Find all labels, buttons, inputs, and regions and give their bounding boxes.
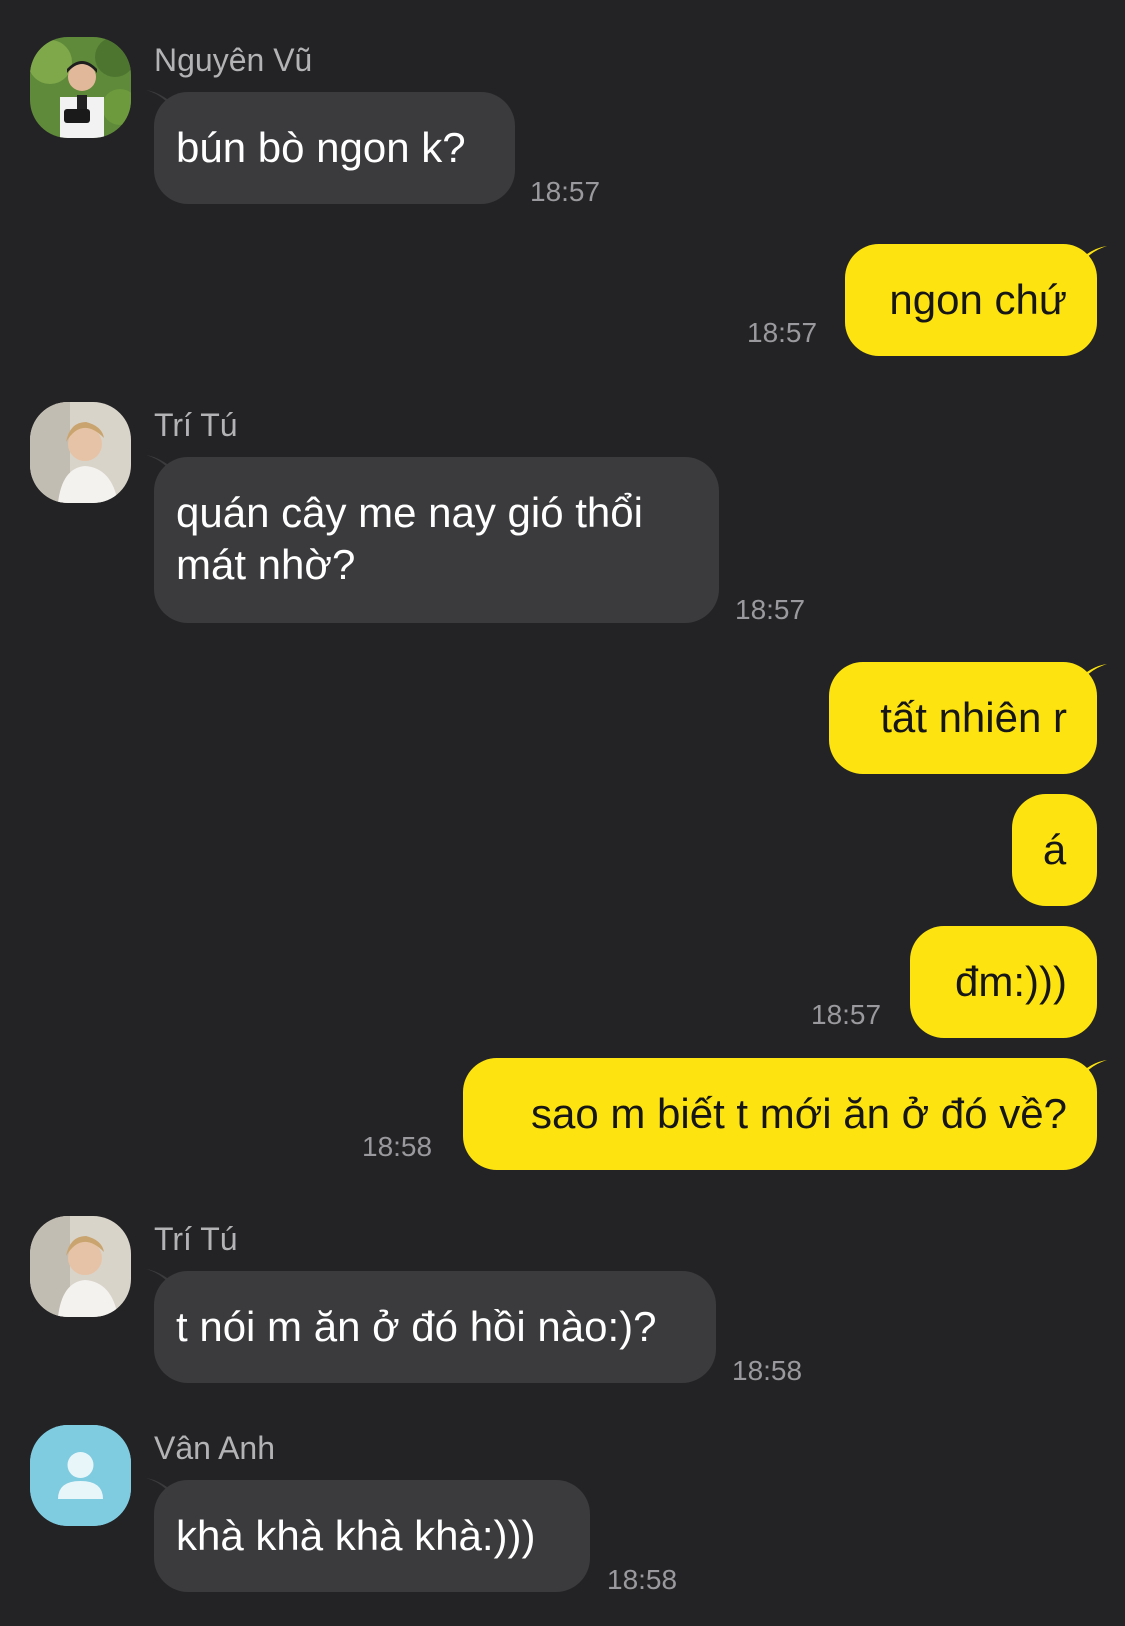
message-text: ngon chứ <box>889 276 1067 323</box>
message-text: t nói m ăn ở đó hồi nào:)? <box>176 1303 657 1350</box>
avatar-nguyen-vu[interactable] <box>30 37 131 138</box>
avatar-photo-icon <box>30 402 131 503</box>
message-bubble[interactable]: khà khà khà khà:))) <box>154 1480 590 1592</box>
message-text: sao m biết t mới ăn ở đó về? <box>531 1090 1067 1137</box>
sender-name: Nguyên Vũ <box>154 42 313 78</box>
message-bubble[interactable]: t nói m ăn ở đó hồi nào:)? <box>154 1271 716 1383</box>
chat-thread[interactable]: Nguyên Vũ bún bò ngon k? 18:57 ngon chứ … <box>0 0 1125 1626</box>
message-text: á <box>1042 826 1067 873</box>
message-time: 18:57 <box>735 594 806 625</box>
avatar-tri-tu[interactable] <box>30 1216 131 1317</box>
message-time: 18:58 <box>362 1131 433 1162</box>
message-bubble-outgoing[interactable]: đm:))) <box>910 926 1097 1038</box>
message-bubble-outgoing[interactable]: sao m biết t mới ăn ở đó về? <box>463 1058 1097 1170</box>
message-time: 18:57 <box>747 317 818 348</box>
message-bubble-outgoing[interactable]: á <box>1012 794 1097 906</box>
sender-name: Vân Anh <box>154 1430 275 1466</box>
message-text-line: quán cây me nay gió thổi <box>176 489 643 536</box>
avatar-photo-icon <box>30 1216 131 1317</box>
default-person-icon <box>30 1425 131 1526</box>
avatar-van-anh[interactable] <box>30 1425 131 1526</box>
message-time: 18:57 <box>530 176 601 207</box>
message-text-line: mát nhờ? <box>176 541 356 588</box>
message-text: đm:))) <box>955 958 1067 1005</box>
sender-name: Trí Tú <box>154 407 238 443</box>
sender-name: Trí Tú <box>154 1221 238 1257</box>
message-time: 18:58 <box>732 1355 803 1386</box>
message-bubble[interactable]: quán cây me nay gió thổi mát nhờ? <box>154 457 719 623</box>
message-time: 18:58 <box>607 1564 678 1595</box>
message-text: tất nhiên r <box>880 694 1067 741</box>
message-bubble-outgoing[interactable]: tất nhiên r <box>829 662 1097 774</box>
message-text: khà khà khà khà:))) <box>176 1512 536 1559</box>
message-time: 18:57 <box>811 999 882 1030</box>
message-bubble[interactable]: bún bò ngon k? <box>154 92 515 204</box>
avatar-photo-icon <box>30 37 131 138</box>
message-text: bún bò ngon k? <box>176 124 466 171</box>
message-bubble-outgoing[interactable]: ngon chứ <box>845 244 1097 356</box>
avatar-tri-tu[interactable] <box>30 402 131 503</box>
